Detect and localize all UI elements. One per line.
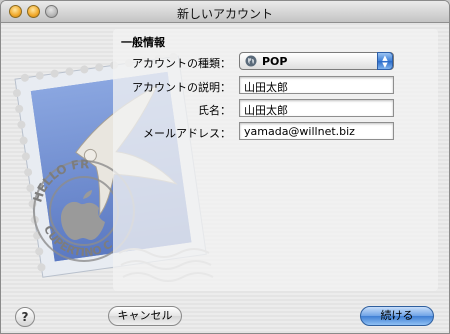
account-description-label: アカウントの説明： (132, 81, 231, 94)
account-type-popup[interactable]: POP ▲ ▼ (239, 52, 394, 70)
account-type-value: POP (262, 55, 288, 68)
full-name-label: 氏名： (198, 104, 231, 117)
new-account-window: 新しいアカウント HELLO FR CUPERTINO C 一般情報 アカウント… (0, 0, 450, 334)
section-title: 一般情報 (121, 36, 165, 49)
full-name-field[interactable]: 山田太郎 (239, 99, 394, 117)
apple-logo-icon (61, 201, 105, 240)
email-field[interactable]: yamada@willnet.biz (239, 122, 394, 140)
continue-button[interactable]: 続ける (360, 306, 434, 326)
help-button[interactable]: ? (15, 307, 35, 327)
title-bar: 新しいアカウント (1, 1, 449, 23)
account-description-field[interactable]: 山田太郎 (239, 76, 394, 94)
account-type-label: アカウントの種類： (132, 57, 231, 70)
globe-icon (245, 55, 257, 67)
window-title: 新しいアカウント (176, 7, 273, 21)
cancel-button[interactable]: キャンセル (108, 306, 182, 326)
email-label: メールアドレス： (143, 127, 231, 140)
popup-arrows-icon: ▲ ▼ (377, 52, 393, 70)
